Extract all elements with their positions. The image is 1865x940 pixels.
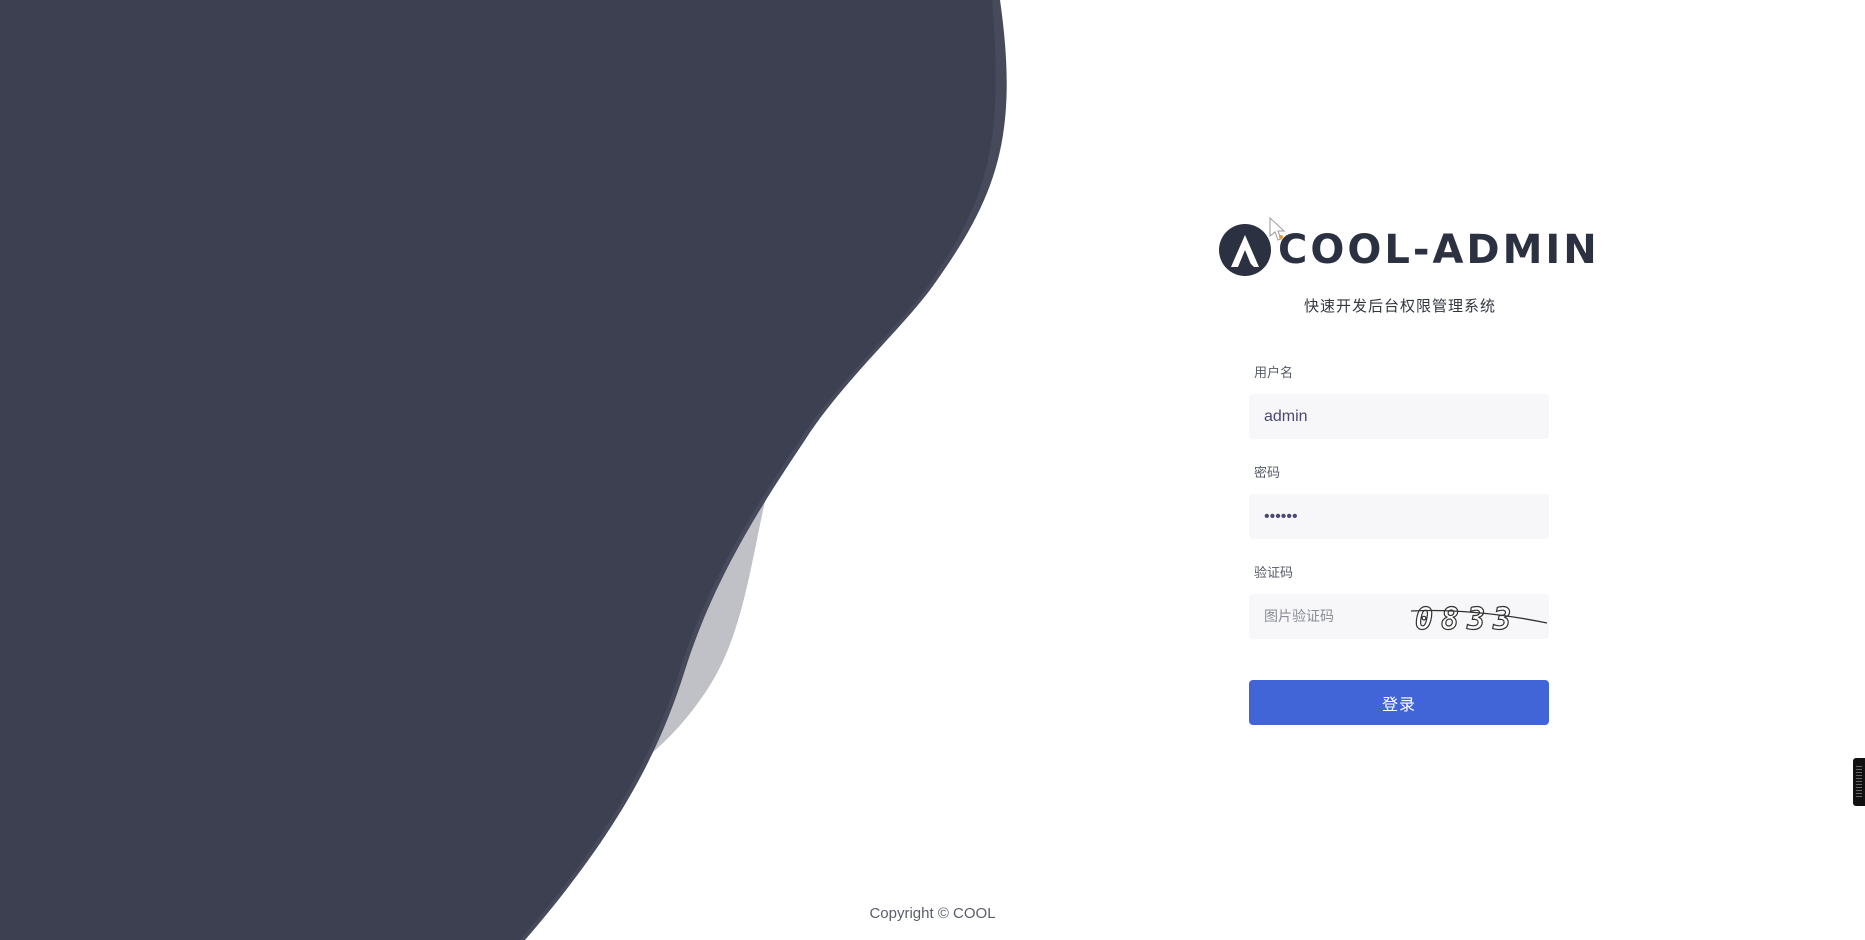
brand-subtitle: 快速开发后台权限管理系统 [1303,298,1496,315]
username-field-wrapper [1249,394,1549,439]
username-label: 用户名 [1254,365,1294,380]
background-blob-shape [0,0,1007,940]
password-group: 密码 [1249,464,1549,539]
login-page: COOL-ADMIN 快速开发后台权限管理系统 用户名 密码 验证码 0833 [0,0,1865,940]
brand-name: COOL-ADMIN [1278,227,1600,273]
captcha-label: 验证码 [1254,565,1294,580]
captcha-group: 验证码 0833 [1249,564,1549,639]
copyright-text: Copyright © COOL [869,905,996,922]
grip-icon [1856,766,1862,798]
login-button[interactable]: 登录 [1249,680,1549,725]
mouse-cursor-icon [1269,216,1286,241]
password-label: 密码 [1254,465,1281,480]
captcha-field-wrapper: 0833 [1249,594,1549,639]
username-group: 用户名 [1249,364,1549,439]
captcha-image[interactable]: 0833 [1409,599,1549,635]
password-input[interactable] [1249,494,1549,539]
password-field-wrapper [1249,494,1549,539]
username-input[interactable] [1249,394,1549,439]
captcha-text: 0833 [1415,602,1519,635]
side-drawer-handle[interactable] [1853,758,1865,806]
cool-admin-logo-icon [1219,224,1271,276]
login-form: 用户名 密码 验证码 0833 登录 [1249,364,1549,725]
